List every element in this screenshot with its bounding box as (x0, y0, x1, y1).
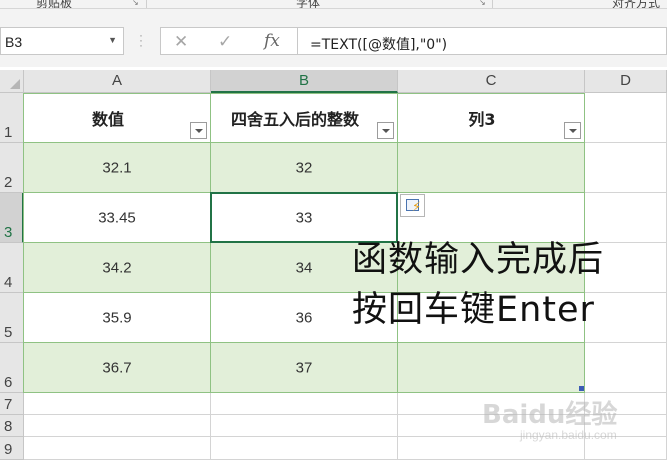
cell[interactable] (211, 393, 398, 415)
row-header-3[interactable]: 3 (0, 193, 24, 243)
annotation-line-2: 按回车键Enter (352, 290, 595, 330)
row-header-2[interactable]: 2 (0, 143, 24, 193)
table-cell[interactable] (398, 343, 585, 393)
table-cell[interactable]: 37 (211, 343, 398, 393)
table-cell[interactable] (398, 143, 585, 193)
formula-text: =TEXT([@数值],"0") (310, 37, 448, 53)
cell[interactable] (24, 393, 211, 415)
table-cell[interactable]: 34.2 (24, 243, 211, 293)
filter-dropdown-icon[interactable] (377, 122, 394, 139)
cell[interactable] (585, 343, 667, 393)
filter-dropdown-icon[interactable] (190, 122, 207, 139)
table-cell[interactable]: 32 (211, 143, 398, 193)
name-box-value: B3 (5, 34, 23, 50)
drag-handle-icon[interactable]: · · · (138, 29, 144, 51)
table-border (23, 93, 24, 393)
cell[interactable] (24, 437, 211, 460)
row-header-5[interactable]: 5 (0, 293, 24, 343)
name-box[interactable]: B3 ▼ (0, 27, 124, 55)
close-icon[interactable]: ✕ (174, 32, 188, 52)
chevron-down-icon[interactable]: ▼ (108, 35, 117, 45)
select-all-button[interactable] (0, 70, 24, 93)
ribbon-group-alignment: 对齐方式 (612, 0, 661, 9)
ribbon-group-font: 字体 (296, 0, 321, 9)
table-cell[interactable]: 32.1 (24, 143, 211, 193)
annotation-line-1: 函数输入完成后 (352, 240, 605, 280)
column-header-c[interactable]: C (398, 70, 585, 93)
cell[interactable] (585, 93, 667, 143)
ribbon-separator (492, 0, 493, 8)
select-all-icon (10, 79, 20, 89)
table-cell[interactable]: 35.9 (24, 293, 211, 343)
column-header-a[interactable]: A (24, 70, 211, 93)
cell[interactable] (585, 437, 667, 460)
lightning-icon: ⚡ (412, 199, 422, 214)
filter-dropdown-icon[interactable] (564, 122, 581, 139)
ribbon-separator (146, 0, 147, 8)
cell[interactable] (585, 393, 667, 415)
row-header-4[interactable]: 4 (0, 243, 24, 293)
cell[interactable] (585, 293, 667, 343)
checkmark-icon[interactable]: ✓ (218, 32, 232, 52)
row-header-6[interactable]: 6 (0, 343, 24, 393)
insert-function-icon[interactable]: fx (264, 31, 280, 51)
cell[interactable] (398, 415, 585, 437)
cell[interactable] (24, 415, 211, 437)
ribbon-group-clipboard: 剪贴板 (36, 0, 73, 9)
cell[interactable] (211, 415, 398, 437)
table-cell[interactable]: 36.7 (24, 343, 211, 393)
column-header-b[interactable]: B (211, 70, 398, 93)
table-cell[interactable]: 33.45 (24, 193, 211, 243)
cell[interactable] (398, 437, 585, 460)
cell[interactable] (211, 437, 398, 460)
table-border (24, 93, 585, 94)
autocorrect-options-button[interactable]: ⚡ (400, 194, 425, 217)
table-header-cell[interactable]: 数值 (24, 93, 211, 143)
table-header-cell[interactable]: 四舍五入后的整数 (211, 93, 398, 143)
cell[interactable] (585, 143, 667, 193)
row-header-8[interactable]: 8 (0, 415, 24, 437)
column-header-d[interactable]: D (585, 70, 667, 93)
cell[interactable] (398, 393, 585, 415)
row-header-1[interactable]: 1 (0, 93, 24, 143)
ribbon-group-strip: 剪贴板 ↘ 字体 ↘ 对齐方式 (0, 0, 667, 9)
formula-input[interactable]: =TEXT([@数值],"0") (297, 27, 667, 55)
table-resize-handle[interactable] (579, 386, 584, 391)
table-header-cell[interactable]: 列3 (398, 93, 585, 143)
row-header-9[interactable]: 9 (0, 437, 24, 460)
cell[interactable] (585, 415, 667, 437)
dialog-launcher-icon[interactable]: ↘ (132, 0, 140, 7)
row-header-7[interactable]: 7 (0, 393, 24, 415)
dialog-launcher-icon[interactable]: ↘ (479, 0, 487, 7)
